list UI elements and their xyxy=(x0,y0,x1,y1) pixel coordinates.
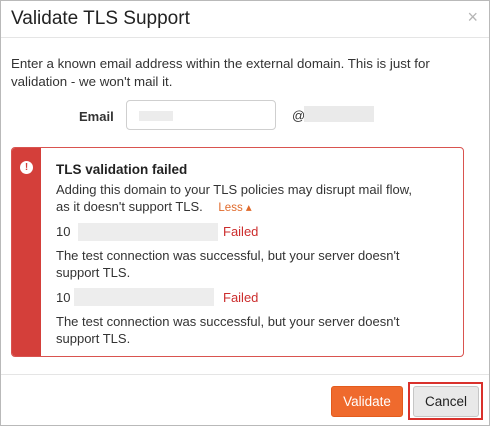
validate-tls-dialog: Validate TLS Support × Enter a known ema… xyxy=(0,0,490,426)
email-input[interactable] xyxy=(126,100,276,130)
intro-text: Enter a known email address within the e… xyxy=(11,56,430,89)
result-1-detail: The test connection was successful, but … xyxy=(56,248,400,280)
result-2-redacted-address xyxy=(74,288,214,306)
redacted-email-value xyxy=(139,111,173,121)
close-icon[interactable]: × xyxy=(467,8,478,26)
less-label: Less xyxy=(218,202,243,214)
dialog-header: Validate TLS Support × xyxy=(1,1,489,38)
alert-title: TLS validation failed xyxy=(56,162,188,177)
alert-color-bar: ! xyxy=(12,148,41,356)
result-1-prefix: 10 xyxy=(56,224,71,239)
result-1-redacted-address xyxy=(78,223,218,241)
caret-up-icon: ▴ xyxy=(245,202,252,214)
cancel-button[interactable]: Cancel xyxy=(413,386,479,417)
alert-exclamation-icon: ! xyxy=(20,161,33,174)
redacted-domain xyxy=(304,106,374,122)
result-2-prefix: 10 xyxy=(56,290,71,305)
result-1-status: Failed xyxy=(223,224,259,239)
tls-error-alert: ! TLS validation failed Adding this doma… xyxy=(11,147,464,357)
alert-message: Adding this domain to your TLS policies … xyxy=(56,181,416,217)
dialog-title: Validate TLS Support xyxy=(11,8,190,29)
email-label: Email xyxy=(79,109,114,124)
result-2-detail: The test connection was successful, but … xyxy=(56,314,400,346)
result-2-status: Failed xyxy=(223,290,259,305)
alert-exclamation-glyph: ! xyxy=(24,162,29,173)
less-toggle-link[interactable]: Less ▴ xyxy=(218,202,251,214)
validate-button[interactable]: Validate xyxy=(331,386,403,417)
